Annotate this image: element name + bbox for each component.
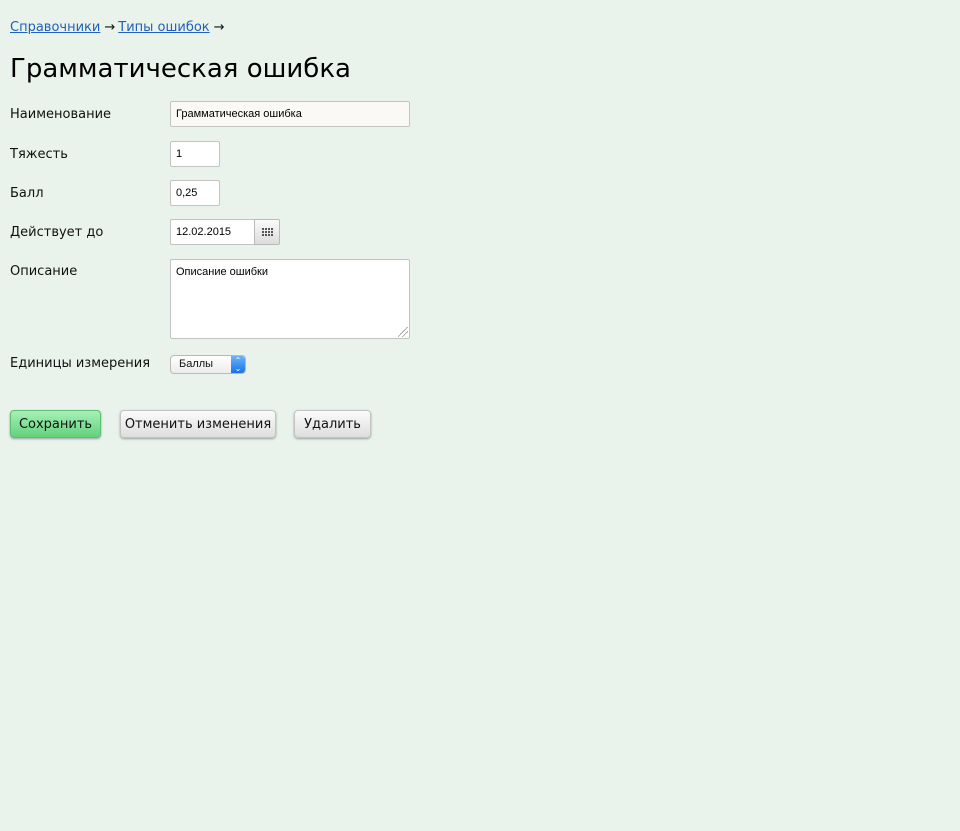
valid-until-date-input[interactable] [170, 219, 255, 245]
date-picker-button[interactable] [254, 219, 280, 245]
resize-grip-icon[interactable] [398, 327, 408, 337]
save-button[interactable]: Сохранить [10, 410, 101, 438]
cancel-changes-button[interactable]: Отменить изменения [120, 410, 276, 438]
calendar-grid-icon [261, 228, 273, 236]
breadcrumb-link-directories[interactable]: Справочники [10, 20, 100, 35]
breadcrumb-separator: → [213, 20, 225, 35]
severity-input[interactable] [170, 141, 220, 167]
score-label: Балл [10, 186, 44, 201]
name-input[interactable] [170, 101, 410, 127]
score-input[interactable] [170, 180, 220, 206]
delete-button[interactable]: Удалить [294, 410, 371, 438]
units-select[interactable]: Баллы ⌃ ⌄ [170, 355, 246, 374]
description-label: Описание [10, 264, 78, 279]
valid-until-label: Действует до [10, 225, 104, 240]
severity-label: Тяжесть [10, 147, 68, 162]
breadcrumb: Справочники → Типы ошибок → [10, 20, 228, 35]
page-title: Грамматическая ошибка [10, 54, 351, 84]
units-label: Единицы измерения [10, 356, 151, 371]
breadcrumb-separator: → [104, 20, 116, 35]
description-textarea[interactable]: Описание ошибки [170, 259, 410, 339]
select-arrows-icon: ⌃ ⌄ [231, 356, 245, 373]
name-label: Наименование [10, 107, 112, 122]
breadcrumb-link-error-types[interactable]: Типы ошибок [118, 20, 209, 35]
units-selected-value: Баллы [179, 358, 214, 370]
